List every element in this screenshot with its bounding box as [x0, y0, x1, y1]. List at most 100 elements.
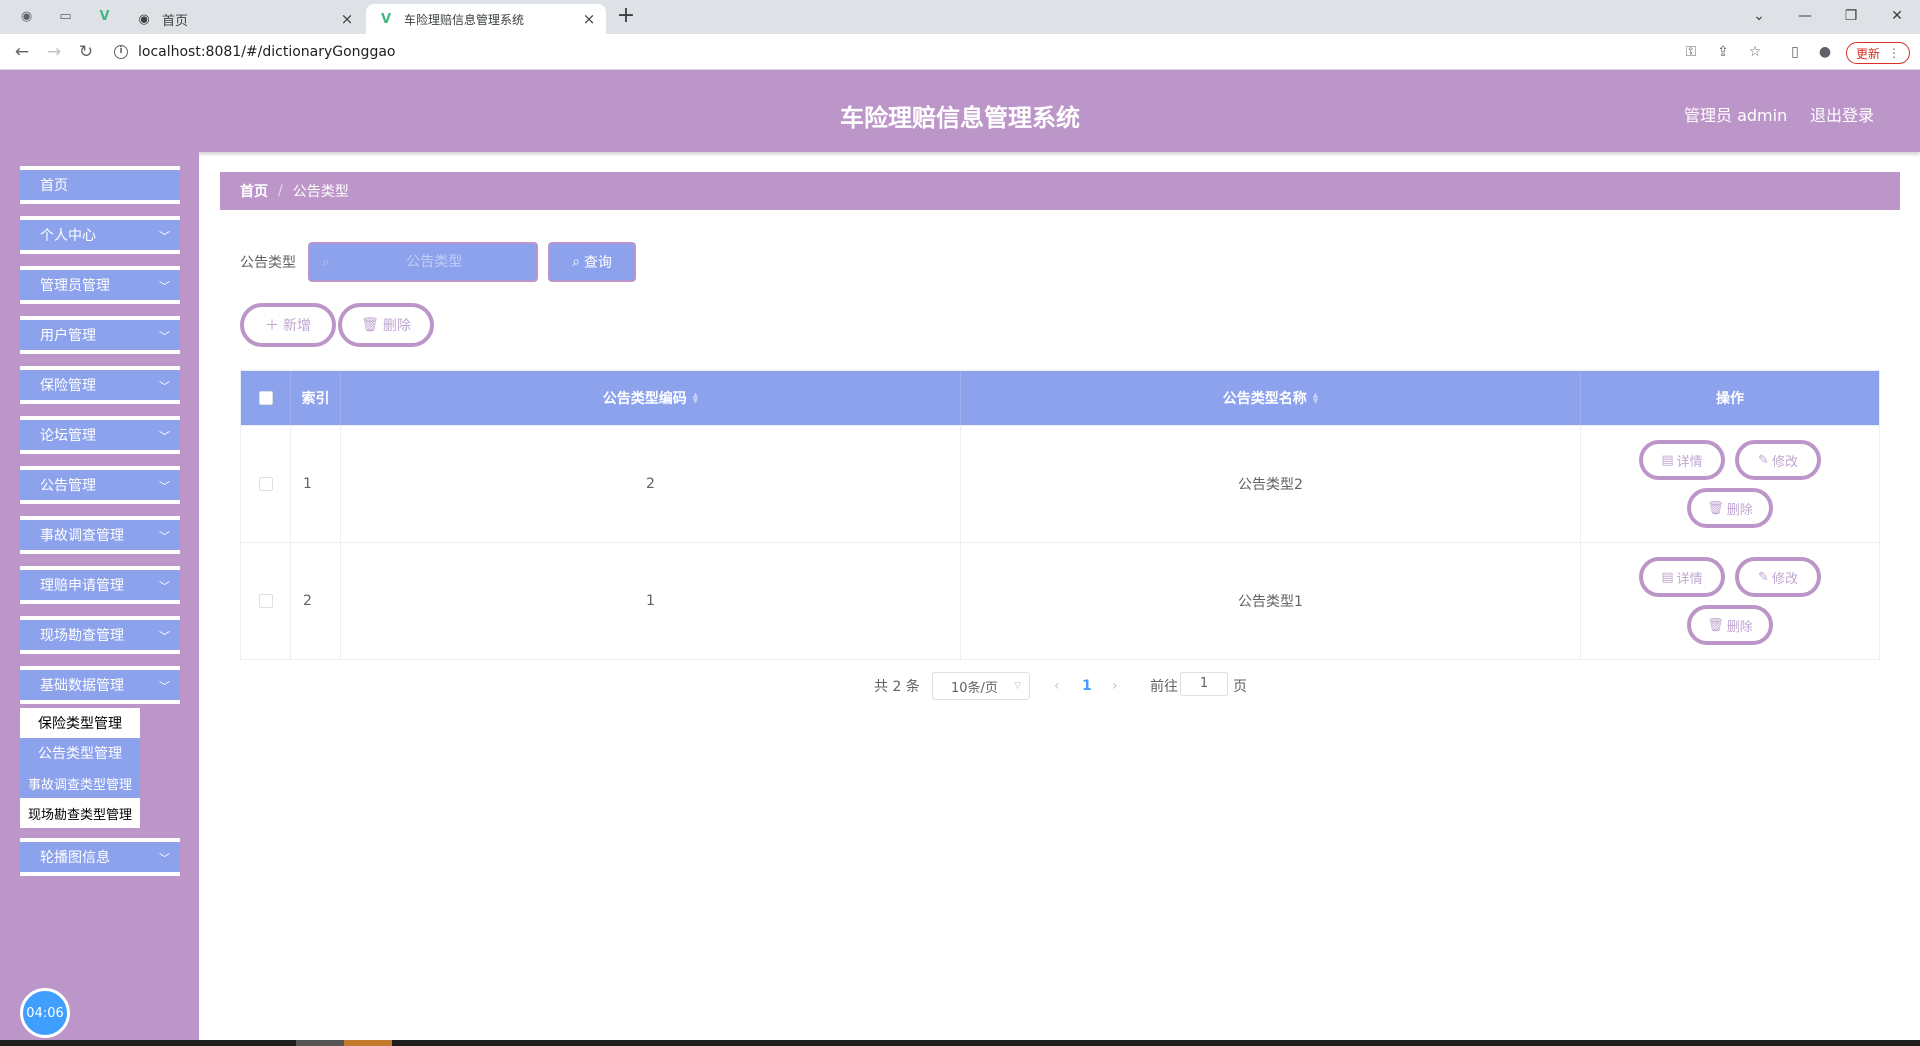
- minimize-button[interactable]: —: [1782, 2, 1828, 30]
- sidebar-item-claims[interactable]: 理赔申请管理 ﹀: [20, 566, 180, 604]
- new-tab-button[interactable]: +: [614, 5, 638, 29]
- select-all-checkbox[interactable]: [258, 391, 273, 405]
- edit-label: 修改: [1771, 454, 1798, 470]
- row-delete-button[interactable]: 🗑 删除: [1687, 488, 1773, 528]
- share-icon[interactable]: ⇪: [1712, 41, 1734, 63]
- add-button[interactable]: ＋ 新增: [240, 303, 336, 347]
- sidebar-item-label: 论坛管理: [40, 428, 96, 444]
- header-code[interactable]: 公告类型编码 ▲ ▼: [341, 371, 961, 425]
- taskbar-strip: [0, 1040, 1920, 1046]
- query-button[interactable]: ⌕ 查询: [548, 242, 636, 282]
- sidebar-item-label: 事故调查管理: [40, 528, 124, 544]
- delete-button[interactable]: 🗑 删除: [338, 303, 434, 347]
- breadcrumb-separator: /: [278, 183, 283, 199]
- breadcrumb-home[interactable]: 首页: [240, 181, 268, 201]
- side-panel-icon[interactable]: ▯: [1784, 41, 1806, 63]
- vue-tab-icon[interactable]: V: [96, 8, 113, 25]
- row-delete-button[interactable]: 🗑 删除: [1687, 605, 1773, 645]
- globe-icon[interactable]: ◉: [18, 8, 35, 25]
- sidebar-item-notices[interactable]: 公告管理 ﹀: [20, 466, 180, 504]
- prev-page-icon[interactable]: ‹: [1054, 672, 1060, 700]
- sidebar-item-label: 现场勘查管理: [40, 628, 124, 644]
- chevron-down-icon: ﹀: [159, 430, 170, 443]
- forward-icon[interactable]: →: [42, 40, 66, 64]
- detail-button[interactable]: ▤ 详情: [1639, 557, 1725, 597]
- sidebar-item-label: 理赔申请管理: [40, 578, 124, 594]
- edit-button[interactable]: ✎ 修改: [1735, 440, 1821, 480]
- sidebar-item-users[interactable]: 用户管理 ﹀: [20, 316, 180, 354]
- sidebar-item-insurance[interactable]: 保险管理 ﹀: [20, 366, 180, 404]
- chevron-down-icon: ﹀: [159, 580, 170, 593]
- header-select-all[interactable]: [241, 371, 291, 425]
- chevron-down-icon: ﹀: [159, 480, 170, 493]
- table-row: 1 2 公告类型2 ▤ 详情 ✎ 修改 🗑 删除: [241, 425, 1879, 542]
- restore-button[interactable]: ❐: [1828, 2, 1874, 30]
- detail-label: 详情: [1676, 571, 1703, 587]
- back-icon[interactable]: ←: [10, 40, 34, 64]
- goto-prefix: 前往: [1150, 679, 1178, 695]
- app-title: 车险理赔信息管理系统: [840, 104, 1080, 132]
- key-icon[interactable]: ⚿: [1680, 41, 1702, 63]
- close-window-button[interactable]: ✕: [1874, 2, 1920, 30]
- next-page-icon[interactable]: ›: [1112, 672, 1118, 700]
- chevron-down-icon: ﹀: [159, 852, 170, 865]
- row-checkbox[interactable]: [258, 594, 273, 608]
- sidebar-item-site-survey[interactable]: 现场勘查管理 ﹀: [20, 616, 180, 654]
- header-name[interactable]: 公告类型名称 ▲ ▼: [961, 371, 1581, 425]
- sidebar-item-forum[interactable]: 论坛管理 ﹀: [20, 416, 180, 454]
- submenu-item-notice-type[interactable]: 公告类型管理: [20, 738, 140, 768]
- base-data-submenu: 保险类型管理 公告类型管理 事故调查类型管理 现场勘查类型管理: [20, 708, 140, 828]
- page-size-select[interactable]: 10条/页 ▽: [932, 672, 1030, 700]
- delete-button-label: 删除: [382, 318, 411, 334]
- close-tab-icon[interactable]: ×: [338, 10, 356, 28]
- blank-tab-icon[interactable]: ▭: [57, 8, 74, 25]
- submenu-item-insurance-type[interactable]: 保险类型管理: [20, 708, 140, 738]
- clock-widget: 04:06: [20, 988, 70, 1038]
- sidebar-item-profile[interactable]: 个人中心 ﹀: [20, 216, 180, 254]
- search-input[interactable]: [349, 254, 520, 270]
- reload-icon[interactable]: ↻: [74, 40, 98, 64]
- row-delete-label: 删除: [1726, 502, 1753, 518]
- page-number-current[interactable]: 1: [1082, 672, 1092, 700]
- tab-search-icon[interactable]: ⌄: [1736, 2, 1782, 30]
- row-select-cell: [241, 426, 291, 542]
- sidebar-item-accident-investigation[interactable]: 事故调查管理 ﹀: [20, 516, 180, 554]
- plus-icon: ＋: [265, 318, 279, 334]
- browser-tab-home[interactable]: ◉ 首页 ×: [124, 4, 364, 34]
- document-icon: ▤: [1661, 569, 1674, 585]
- url-field[interactable]: i localhost:8081/#/dictionaryGonggao: [114, 41, 395, 63]
- detail-button[interactable]: ▤ 详情: [1639, 440, 1725, 480]
- close-tab-icon[interactable]: ×: [580, 10, 598, 28]
- sidebar-item-admins[interactable]: 管理员管理 ﹀: [20, 266, 180, 304]
- edit-button[interactable]: ✎ 修改: [1735, 557, 1821, 597]
- sort-icon[interactable]: ▲ ▼: [693, 392, 698, 405]
- submenu-item-accident-type[interactable]: 事故调查类型管理: [20, 768, 140, 798]
- submenu-item-survey-type[interactable]: 现场勘查类型管理: [20, 798, 140, 828]
- bookmark-star-icon[interactable]: ☆: [1744, 41, 1766, 63]
- cell-name: 公告类型2: [961, 426, 1581, 542]
- profile-icon[interactable]: ●: [1814, 41, 1836, 63]
- sort-icon[interactable]: ▲ ▼: [1313, 392, 1318, 405]
- cell-code: 2: [341, 426, 961, 542]
- browser-tab-bar: ◉ ▭ V ◉ 首页 × V 车险理赔信息管理系统 × + ⌄ — ❐ ✕: [0, 0, 1920, 34]
- row-checkbox[interactable]: [258, 477, 273, 491]
- sidebar-item-carousel[interactable]: 轮播图信息 ﹀: [20, 838, 180, 876]
- logout-link[interactable]: 退出登录: [1810, 102, 1874, 126]
- browser-tab-active[interactable]: V 车险理赔信息管理系统 ×: [366, 4, 606, 34]
- search-field[interactable]: ⌕: [308, 242, 538, 282]
- goto-page-input[interactable]: 1: [1180, 672, 1228, 696]
- sidebar-item-label: 保险管理: [40, 378, 96, 394]
- data-table: 索引 公告类型编码 ▲ ▼ 公告类型名称 ▲ ▼ 操作 1 2 公告类型2 ▤ 详情 …: [240, 370, 1880, 660]
- header-index: 索引: [291, 371, 341, 425]
- sidebar-item-base-data[interactable]: 基础数据管理 ﹀: [20, 666, 180, 704]
- table-header: 索引 公告类型编码 ▲ ▼ 公告类型名称 ▲ ▼ 操作: [241, 371, 1879, 425]
- browser-update-button[interactable]: 更新 ⋮: [1846, 42, 1910, 64]
- browser-tab-label: 首页: [162, 13, 189, 29]
- taskbar-segment: [344, 1040, 392, 1046]
- document-icon: ▤: [1661, 452, 1674, 468]
- sidebar-item-label: 管理员管理: [40, 278, 110, 294]
- info-icon[interactable]: i: [114, 45, 128, 59]
- trash-icon: 🗑: [1707, 617, 1724, 633]
- table-row: 2 1 公告类型1 ▤ 详情 ✎ 修改 🗑 删除: [241, 542, 1879, 659]
- sidebar-item-home[interactable]: 首页: [20, 166, 180, 204]
